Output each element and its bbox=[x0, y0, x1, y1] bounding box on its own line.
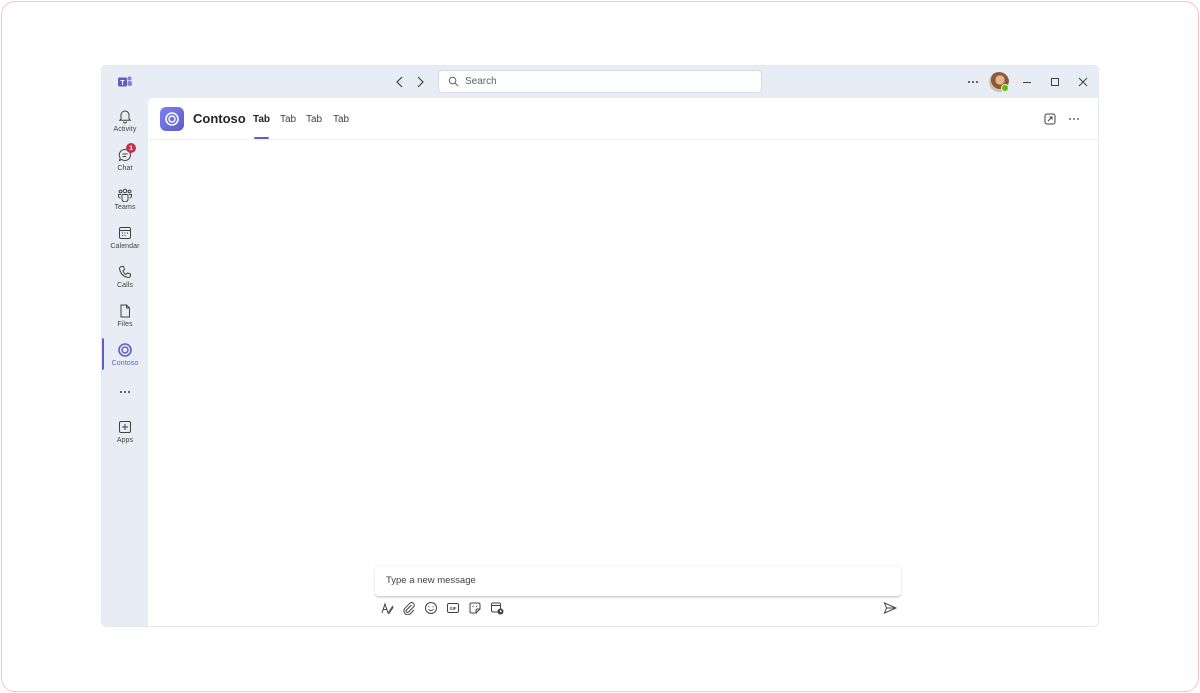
maximize-icon[interactable] bbox=[1047, 74, 1063, 90]
rail-item-contoso[interactable]: Contoso bbox=[102, 342, 148, 378]
tab-3[interactable]: Tab bbox=[306, 114, 322, 125]
search-input[interactable] bbox=[465, 76, 745, 87]
close-icon[interactable] bbox=[1075, 74, 1091, 90]
phone-icon bbox=[118, 266, 131, 279]
search-box[interactable] bbox=[438, 70, 762, 93]
tab-4[interactable]: Tab bbox=[333, 114, 349, 125]
rail-label: Calendar bbox=[110, 243, 140, 250]
forward-arrow-icon[interactable] bbox=[412, 74, 428, 90]
popout-icon[interactable] bbox=[1043, 112, 1057, 126]
calendar-icon bbox=[119, 227, 131, 239]
presence-available-indicator bbox=[1001, 84, 1009, 92]
minimize-icon[interactable] bbox=[1019, 74, 1035, 90]
rail-label: Activity bbox=[113, 126, 137, 133]
bell-icon bbox=[118, 110, 132, 124]
tab-2[interactable]: Tab bbox=[280, 114, 296, 125]
rail-item-apps[interactable]: Apps bbox=[102, 419, 148, 455]
rail-label: Teams bbox=[114, 204, 136, 211]
message-input[interactable] bbox=[386, 575, 886, 586]
rail-label: Calls bbox=[116, 282, 134, 289]
add-apps-icon bbox=[119, 421, 131, 433]
more-apps-icon[interactable] bbox=[117, 384, 133, 400]
chat-unread-badge: 1 bbox=[126, 143, 136, 153]
gif-icon[interactable]: GIF bbox=[446, 601, 460, 615]
back-arrow-icon[interactable] bbox=[392, 74, 408, 90]
app-title: Contoso bbox=[193, 111, 246, 126]
attach-icon[interactable] bbox=[402, 601, 416, 615]
contoso-app-icon bbox=[118, 343, 132, 357]
title-bar: T bbox=[102, 66, 1098, 98]
rail-item-chat[interactable]: 1 Chat bbox=[102, 143, 148, 183]
rail-item-activity[interactable]: Activity bbox=[102, 108, 148, 144]
app-rail: Activity 1 Chat Teams Calendar Calls Fil… bbox=[102, 98, 148, 626]
rail-label: Files bbox=[117, 321, 133, 328]
rail-item-calls[interactable]: Calls bbox=[102, 264, 148, 300]
send-icon[interactable] bbox=[883, 601, 897, 615]
contoso-logo-icon bbox=[165, 112, 179, 126]
tab-1[interactable]: Tab bbox=[253, 114, 270, 125]
rail-label: Chat bbox=[117, 165, 133, 172]
format-icon[interactable] bbox=[380, 601, 394, 615]
rail-label: Apps bbox=[116, 437, 134, 444]
rail-item-files[interactable]: Files bbox=[102, 303, 148, 339]
rail-label: Contoso bbox=[111, 360, 139, 367]
svg-text:GIF: GIF bbox=[450, 606, 457, 611]
rail-item-calendar[interactable]: Calendar bbox=[102, 225, 148, 261]
sticker-icon[interactable] bbox=[468, 601, 482, 615]
more-options-icon[interactable] bbox=[1067, 112, 1081, 126]
emoji-icon[interactable] bbox=[424, 601, 438, 615]
contoso-logo bbox=[160, 107, 184, 131]
message-composer[interactable] bbox=[375, 566, 901, 597]
rail-item-teams[interactable]: Teams bbox=[102, 186, 148, 222]
teams-logo-icon: T bbox=[118, 76, 132, 87]
more-options-icon[interactable] bbox=[965, 74, 981, 90]
active-tab-indicator bbox=[254, 137, 269, 139]
schedule-meeting-icon[interactable] bbox=[490, 601, 504, 615]
search-icon bbox=[448, 76, 459, 87]
app-header: Contoso Tab Tab Tab Tab bbox=[148, 98, 1098, 140]
svg-text:T: T bbox=[120, 80, 125, 87]
file-icon bbox=[120, 304, 130, 318]
teams-icon bbox=[118, 188, 132, 202]
teams-window: T Search Activity 1 Chat Teams Calendar … bbox=[102, 66, 1098, 626]
main-content: Contoso Tab Tab Tab Tab Type a new messa… bbox=[148, 98, 1098, 626]
